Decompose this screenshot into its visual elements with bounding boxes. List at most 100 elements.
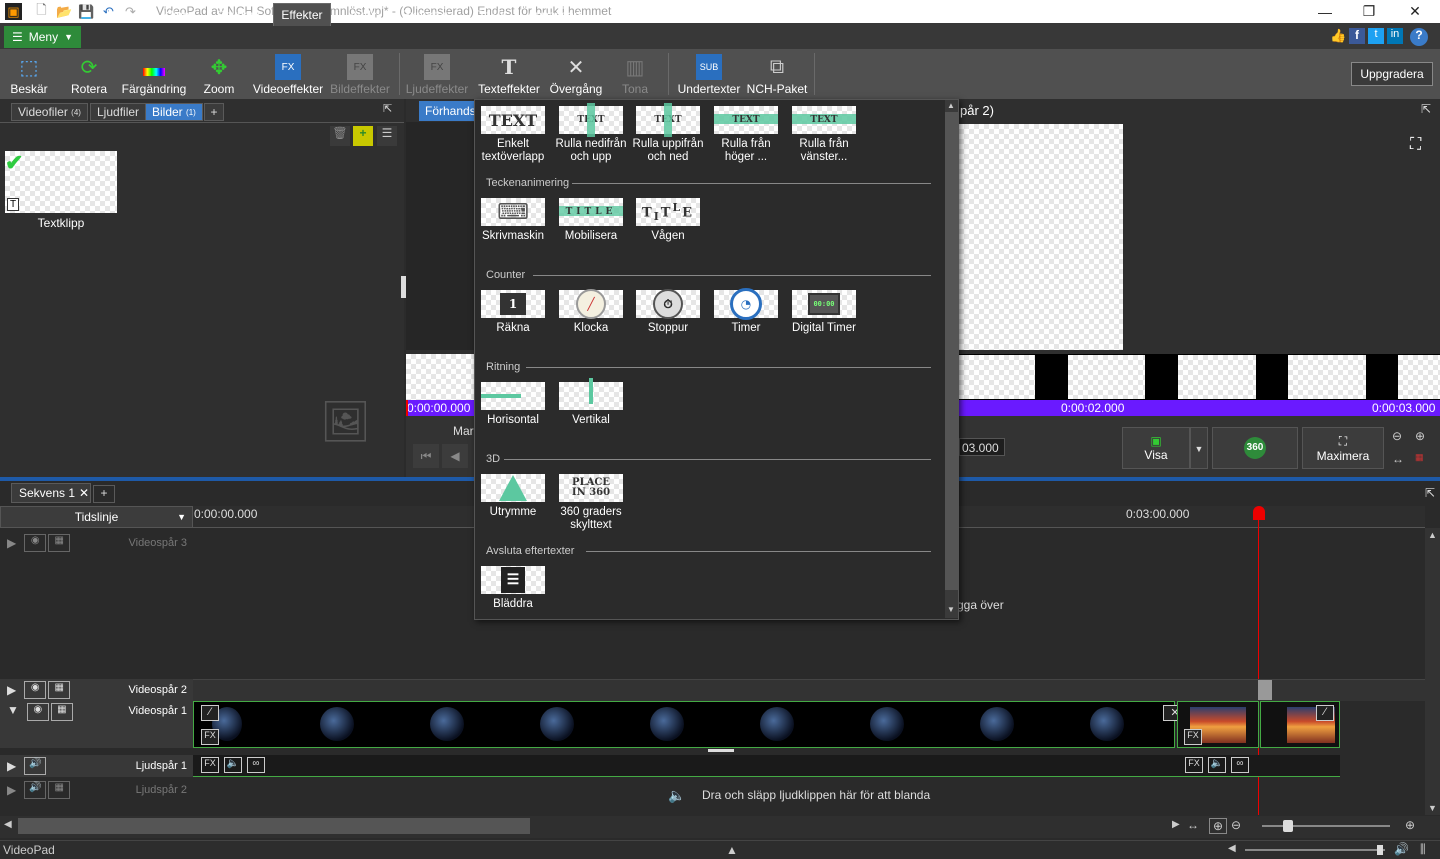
speaker-icon[interactable]: 🔊 xyxy=(24,781,47,799)
scroll-up-icon[interactable]: ▲ xyxy=(1428,530,1437,540)
upgrade-button[interactable]: Uppgradera xyxy=(1351,62,1433,86)
facebook-icon[interactable]: f xyxy=(1349,28,1365,44)
tab-preview[interactable]: Förhands xyxy=(419,101,479,121)
duration-field[interactable]: 03.000 xyxy=(959,438,1005,456)
image-effects-button[interactable]: FX Bildeffekter xyxy=(330,49,390,99)
new-file-icon[interactable]: 🗋 xyxy=(33,2,50,20)
link-icon[interactable]: ∞ xyxy=(1231,757,1249,773)
participants-icon[interactable]: ▦ xyxy=(48,681,71,699)
pan-zoom-icon[interactable]: ⁄ xyxy=(1316,705,1334,721)
transition-button[interactable]: ✕ Övergång xyxy=(549,49,603,99)
fade-button[interactable]: ▥ Tona xyxy=(614,49,656,99)
add-sequence-tab-button[interactable]: + xyxy=(93,485,115,503)
volume-slider-thumb[interactable] xyxy=(1377,845,1383,855)
help-icon[interactable]: ? xyxy=(1410,28,1428,46)
audio-track-1-clip[interactable] xyxy=(193,755,1340,777)
timeline-hscroll-thumb[interactable] xyxy=(18,818,530,834)
v2-clip-stub[interactable] xyxy=(1258,680,1272,700)
nch-package-button[interactable]: ⧉ NCH-Paket xyxy=(747,49,808,99)
visa-button[interactable]: ▣ Visa xyxy=(1122,427,1190,469)
go-start-icon[interactable]: ⏮ xyxy=(413,444,439,468)
add-bin-tab-button[interactable]: + xyxy=(204,103,224,121)
video-effects-button[interactable]: FX Videoeffekter xyxy=(253,49,323,99)
master-volume-slider[interactable] xyxy=(1245,849,1385,851)
undock-icon[interactable]: ⇱ xyxy=(1425,486,1435,500)
effect-stopwatch[interactable]: ⏱ Stoppur xyxy=(630,289,706,335)
tab-anpassad[interactable]: Anpassad xyxy=(522,3,586,26)
volume-icon[interactable]: 🔈 xyxy=(224,757,242,773)
effect-scroll-bottom-up[interactable]: TEXT Rulla nedifrån och upp xyxy=(553,103,629,164)
text-effects-button[interactable]: T Texteffekter xyxy=(477,49,541,99)
audio-effects-button[interactable]: FX Ljudeffekter xyxy=(405,49,469,99)
collapse-icon[interactable]: ▼ xyxy=(7,703,19,717)
fit-width-icon[interactable]: ↔ xyxy=(1392,452,1410,466)
popup-scroll-thumb[interactable] xyxy=(945,112,958,590)
scroll-left-icon[interactable]: ◀ xyxy=(4,819,12,830)
expand-icon[interactable]: ▶ xyxy=(7,783,16,797)
eye-icon[interactable]: ◉ xyxy=(26,703,49,721)
speaker-icon[interactable]: 🔊 xyxy=(24,757,47,775)
track-resize-handle[interactable] xyxy=(708,749,734,752)
maximize-button[interactable]: ❐ xyxy=(1346,0,1392,23)
eye-icon[interactable]: ◉ xyxy=(24,534,47,552)
fit-timeline-icon[interactable]: ↔ xyxy=(1187,818,1205,834)
minimize-button[interactable]: — xyxy=(1302,0,1348,23)
effect-360-sign-text[interactable]: PLACE IN 360 360 graders skylttext xyxy=(553,474,629,532)
expand-up-icon[interactable]: ▲ xyxy=(726,843,738,857)
track-v2-lane[interactable] xyxy=(193,679,1425,701)
audio-fx-icon[interactable]: FX xyxy=(201,757,219,773)
volume-down-icon[interactable]: ◀ xyxy=(1228,843,1236,854)
timeline-vscroll[interactable] xyxy=(1425,528,1440,815)
open-folder-icon[interactable]: 📂 xyxy=(56,3,73,20)
effect-scroll-from-right[interactable]: TEXT Rulla från höger ... xyxy=(708,106,784,164)
pan-zoom-icon[interactable]: ⁄ xyxy=(201,705,219,721)
effect-mobilize[interactable]: TITLE Mobilisera xyxy=(553,198,629,243)
zoom-fit-icon[interactable]: ⊕ xyxy=(1209,818,1227,834)
tab-sekvens[interactable]: Sekvens xyxy=(210,3,270,26)
fullscreen-icon[interactable]: ⛶ xyxy=(1410,136,1421,154)
trash-icon[interactable]: 🗑 xyxy=(330,126,350,146)
mixer-icon[interactable]: ⫼ xyxy=(1420,842,1426,857)
expand-icon[interactable]: ▶ xyxy=(7,683,16,697)
effect-vertical[interactable]: Vertikal xyxy=(553,378,629,427)
link-icon[interactable]: ∞ xyxy=(247,757,265,773)
tab-audio[interactable]: Audio xyxy=(343,3,387,26)
effect-wave[interactable]: TITLE Vågen xyxy=(630,198,706,243)
tab-exportera[interactable]: Exportera xyxy=(396,3,460,26)
timeline-zoom-slider[interactable] xyxy=(1262,825,1390,827)
tab-ljudfiler[interactable]: Ljudfiler xyxy=(90,103,147,121)
effect-simple-text-overlay[interactable]: TEXT Enkelt textöverlapp xyxy=(475,106,551,164)
list-view-icon[interactable]: ☰ xyxy=(377,126,397,146)
undock-icon[interactable]: ⇱ xyxy=(1421,102,1431,116)
effect-space[interactable]: Utrymme xyxy=(475,474,551,519)
aspect-icon[interactable]: ▦ xyxy=(1415,452,1433,466)
effect-digital-timer[interactable]: 00:00 Digital Timer xyxy=(786,290,862,335)
effect-scroll-credits[interactable]: ☰ Bläddra xyxy=(475,566,551,611)
step-back-icon[interactable]: ◀ xyxy=(442,444,468,468)
effect-clock[interactable]: ╱ Klocka xyxy=(553,289,629,335)
zoom-slider-thumb[interactable] xyxy=(1283,820,1293,832)
tab-sekvens-1[interactable]: Sekvens 1 ✕ xyxy=(11,483,91,503)
like-icon[interactable]: 👍 xyxy=(1330,28,1346,44)
clip-fx-icon[interactable]: FX xyxy=(201,729,219,745)
effect-timer[interactable]: ◔ Timer xyxy=(708,288,784,335)
tab-klipp[interactable]: Klipp xyxy=(155,3,197,26)
participants-icon[interactable]: ▦ xyxy=(48,534,71,552)
effect-scroll-from-left[interactable]: TEXT Rulla från vänster... xyxy=(786,106,862,164)
expand-icon[interactable]: ▶ xyxy=(7,536,16,550)
effect-horizontal[interactable]: Horisontal xyxy=(475,382,551,427)
linkedin-icon[interactable]: in xyxy=(1387,28,1403,44)
meny-button[interactable]: ☰ Meny ▼ xyxy=(4,26,81,48)
crop-button[interactable]: ⬚ Beskär xyxy=(8,49,50,99)
volume-icon[interactable]: 🔈 xyxy=(1208,757,1226,773)
tab-effekter[interactable]: Effekter xyxy=(273,3,331,26)
visa-dropdown[interactable]: ▼ xyxy=(1190,427,1208,469)
close-tab-icon[interactable]: ✕ xyxy=(79,486,89,500)
tab-hem[interactable]: Hem xyxy=(90,3,136,26)
scroll-down-icon[interactable]: ▼ xyxy=(1428,803,1437,813)
tab-paket[interactable]: Paket xyxy=(470,3,512,26)
subtitles-button[interactable]: SUB Undertexter xyxy=(677,49,741,99)
scroll-right-icon[interactable]: ▶ xyxy=(1172,819,1180,830)
participants-icon[interactable]: ▦ xyxy=(50,703,73,721)
scroll-up-icon[interactable]: ▲ xyxy=(947,101,955,110)
